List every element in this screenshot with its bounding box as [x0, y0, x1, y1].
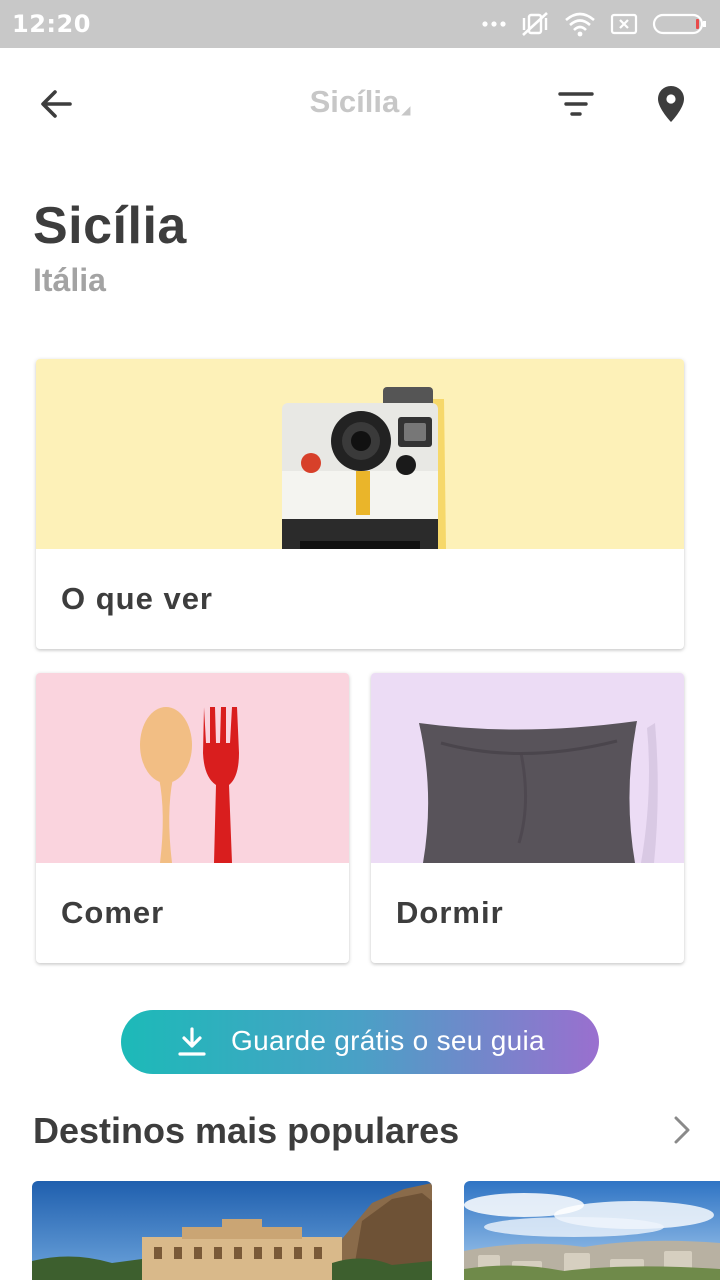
page-title: Sicília — [33, 197, 187, 255]
polaroid-camera-image — [36, 359, 684, 549]
app-bar-title-text: Sicília — [309, 84, 400, 119]
section-title-popular: Destinos mais populares — [33, 1110, 460, 1151]
app-bar: Sicília ◢ — [0, 48, 720, 160]
category-label: Comer — [61, 895, 165, 930]
see-all-button[interactable] — [664, 1112, 700, 1148]
dots-icon — [482, 20, 506, 28]
ancient-ruins-photo — [464, 1181, 720, 1280]
category-card-see[interactable]: O que ver — [36, 359, 684, 649]
save-guide-label: Guarde grátis o seu guia — [231, 1025, 545, 1056]
filter-icon — [558, 92, 594, 116]
vibrate-off-icon — [520, 10, 550, 38]
category-label: Dormir — [396, 895, 504, 930]
wifi-icon — [564, 11, 596, 37]
sim-x-icon — [610, 12, 638, 36]
palermo-palace-photo — [32, 1181, 432, 1280]
destination-card[interactable] — [32, 1181, 432, 1280]
destination-card[interactable] — [464, 1181, 720, 1280]
download-icon — [178, 1027, 206, 1056]
map-pin-icon — [658, 86, 684, 122]
category-card-sleep[interactable]: Dormir — [371, 673, 684, 963]
battery-icon — [652, 12, 708, 36]
dropdown-caret-icon: ◢ — [401, 103, 411, 117]
status-bar: 12:20 — [0, 0, 720, 48]
app-bar-title[interactable]: Sicília ◢ — [0, 84, 720, 120]
chevron-right-icon — [674, 1116, 690, 1144]
map-button[interactable] — [643, 76, 699, 132]
category-label: O que ver — [61, 581, 213, 616]
status-icons — [482, 8, 708, 40]
pillow-image — [371, 673, 684, 863]
filter-button[interactable] — [548, 76, 604, 132]
page-subtitle: Itália — [33, 262, 106, 298]
category-card-eat[interactable]: Comer — [36, 673, 349, 963]
save-guide-button[interactable]: Guarde grátis o seu guia — [121, 1010, 599, 1074]
status-time: 12:20 — [12, 10, 91, 38]
spoon-fork-image — [36, 673, 349, 863]
